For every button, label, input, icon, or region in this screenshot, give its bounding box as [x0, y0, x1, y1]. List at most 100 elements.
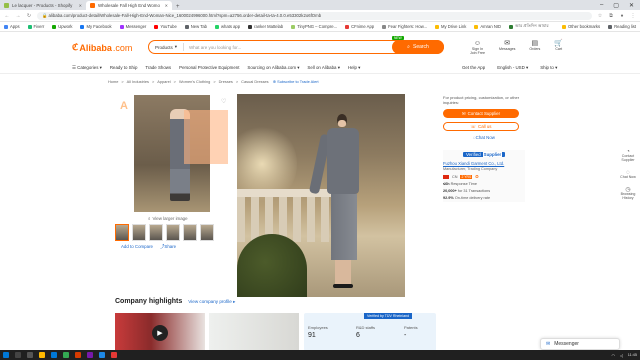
nav-help[interactable]: Help ▾ [348, 65, 360, 71]
forward-icon[interactable]: → [15, 13, 21, 19]
bookmark-item[interactable]: My Drive Link [434, 24, 466, 29]
bookmark-item[interactable]: Fear Fighters: How... [382, 24, 427, 29]
app-icon[interactable] [99, 352, 105, 358]
messages-button[interactable]: ✉ Messages [499, 40, 515, 55]
bookmark-item[interactable]: New Tab [184, 24, 207, 29]
browser-tab[interactable]: Le lacquer - Products - Shopify ✕ [0, 1, 86, 10]
company-photo[interactable] [209, 313, 299, 351]
call-us-button[interactable]: ☏ Call us [443, 122, 519, 131]
close-tab-icon[interactable]: ✕ [79, 3, 82, 8]
sidebar-browsing-history[interactable]: ◷ Browsing History [617, 187, 639, 200]
new-badge: NEW [392, 36, 404, 40]
menu-icon[interactable]: ⋮ [630, 13, 636, 19]
phone-icon: ☏ [470, 123, 477, 129]
sidebar-contact-supplier[interactable]: ◔ Contact Supplier [617, 149, 639, 162]
enlarged-product-image[interactable] [237, 94, 405, 297]
chat-now-link[interactable]: ◌Chat Now [443, 135, 525, 140]
nav-get-app[interactable]: Get the App [462, 65, 485, 71]
view-larger-link[interactable]: ⌕ View larger image [148, 216, 188, 221]
category-nav: ☰ Categories ▾ Ready to Ship Trade Shows… [0, 62, 640, 74]
file-explorer-icon[interactable] [39, 352, 45, 358]
extensions-icon[interactable]: ⧉ [608, 13, 614, 19]
start-icon[interactable] [3, 352, 9, 358]
breadcrumb-item[interactable]: Women's Clothing [179, 79, 210, 84]
profile-icon[interactable]: ● [619, 13, 625, 19]
nav-sourcing[interactable]: Sourcing on Alibaba.com ▾ [247, 65, 299, 71]
star-icon[interactable]: ☆ [597, 13, 603, 19]
volume-icon[interactable]: ◁ [620, 353, 623, 358]
cart-button[interactable]: 🛒 Cart [554, 40, 563, 55]
thumbnail[interactable] [200, 224, 214, 241]
messenger-widget[interactable]: ✉ Messenger [540, 338, 620, 350]
url-text: alibaba.com/product-detail/Wholesale-Fal… [48, 13, 322, 18]
thumbnail[interactable] [132, 224, 146, 241]
breadcrumb-item[interactable]: Dresses [219, 79, 233, 84]
thumbnail[interactable] [166, 224, 180, 241]
trade-alert-link[interactable]: ⊕ Subscribe to Trade Alert [272, 79, 319, 84]
sidebar-chat-now[interactable]: ◌ Chat Now [620, 170, 636, 179]
reload-icon[interactable]: ↻ [26, 13, 32, 19]
breadcrumb-item[interactable]: All Industries [127, 79, 149, 84]
bookmark-item[interactable]: Amran NID [474, 24, 501, 29]
nav-ppe[interactable]: Personal Protective Equipment [179, 65, 239, 71]
share-link[interactable]: ⤴Share [160, 244, 176, 250]
account-button[interactable]: ☺ Sign In Join Free [470, 40, 485, 55]
url-field[interactable]: 🔒 alibaba.com/product-detail/Wholesale-F… [37, 11, 592, 20]
nav-ship-to[interactable]: Ship to ▾ [540, 65, 557, 71]
nav-sell[interactable]: Sell on Alibaba ▾ [307, 65, 339, 71]
search-category-select[interactable]: Products ▾ [149, 43, 185, 51]
chrome-icon[interactable] [63, 352, 69, 358]
orders-button[interactable]: ▤ Orders [529, 40, 540, 55]
maximize-icon[interactable]: ▢ [613, 2, 619, 9]
wifi-icon[interactable]: ◠ [612, 353, 615, 358]
bookmark-item[interactable]: Fiverr [27, 24, 44, 29]
thumbnail[interactable] [149, 224, 163, 241]
add-to-compare-link[interactable]: Add to Compare [121, 244, 153, 250]
supplier-name[interactable]: Fuzhou Xiandi Garment Co., Ltd. [443, 161, 525, 166]
nav-categories[interactable]: ☰ Categories ▾ [72, 65, 102, 71]
task-view-icon[interactable] [27, 352, 33, 358]
minimize-icon[interactable]: – [600, 2, 603, 9]
bookmark-item[interactable]: ranker Mattelab [248, 24, 283, 29]
search-button[interactable]: NEW ⌕ Search [392, 36, 444, 54]
edge-icon[interactable] [51, 352, 57, 358]
close-tab-icon[interactable]: ✕ [165, 3, 168, 8]
app-icon[interactable] [87, 352, 93, 358]
clock[interactable]: 11:45 [628, 353, 637, 357]
breadcrumb-item[interactable]: Apparel [157, 79, 170, 84]
reading-list[interactable]: Reading list [608, 24, 636, 29]
other-bookmarks[interactable]: Other bookmarks [561, 24, 600, 29]
bookmark-item[interactable]: TinyPNG – Compre... [291, 24, 337, 29]
bookmark-item[interactable]: Apps [4, 24, 20, 29]
tab-title: Wholesale Fall High End Womo [98, 3, 160, 8]
bookmark-item[interactable]: whats app [215, 24, 240, 29]
company-video-thumb[interactable]: ▶ [115, 313, 205, 351]
breadcrumb-item[interactable]: Casual Dresses [241, 79, 268, 84]
thumbnail[interactable] [115, 224, 129, 241]
contact-supplier-button[interactable]: ✉ Contact Supplier [443, 109, 519, 118]
product-main-image[interactable] [134, 95, 228, 212]
office-icon[interactable] [75, 352, 81, 358]
search-input[interactable]: What are you looking for... [184, 45, 392, 50]
thumbnail[interactable] [183, 224, 197, 241]
bookmark-item[interactable]: Messenger [119, 24, 146, 29]
breadcrumb-item[interactable]: Home [108, 79, 118, 84]
play-icon[interactable]: ▶ [152, 325, 168, 341]
search-taskbar-icon[interactable] [15, 352, 21, 358]
bookmark-item[interactable]: YouTube [154, 24, 177, 29]
favorite-heart-icon[interactable]: ♡ [221, 98, 226, 105]
app-icon[interactable] [111, 352, 117, 358]
alibaba-logo[interactable]: ℭ Alibaba .com [72, 42, 132, 53]
back-icon[interactable]: ← [4, 13, 10, 19]
bookmark-item[interactable]: আর প্রতিদিন আমার [509, 23, 549, 30]
zoom-lens[interactable] [184, 110, 228, 164]
nav-ready-to-ship[interactable]: Ready to Ship [110, 65, 138, 71]
close-window-icon[interactable]: ✕ [629, 2, 634, 9]
bookmark-item[interactable]: CFnime App [345, 24, 374, 29]
browser-tab-active[interactable]: Wholesale Fall High End Womo ✕ [86, 1, 172, 10]
nav-language-currency[interactable]: English - USD ▾ [497, 65, 528, 71]
bookmark-item[interactable]: Upwork [52, 24, 72, 29]
view-company-profile-link[interactable]: View company profile ▸ [188, 299, 235, 305]
nav-trade-shows[interactable]: Trade Shows [145, 65, 171, 71]
bookmark-item[interactable]: My Facebook [80, 24, 112, 29]
